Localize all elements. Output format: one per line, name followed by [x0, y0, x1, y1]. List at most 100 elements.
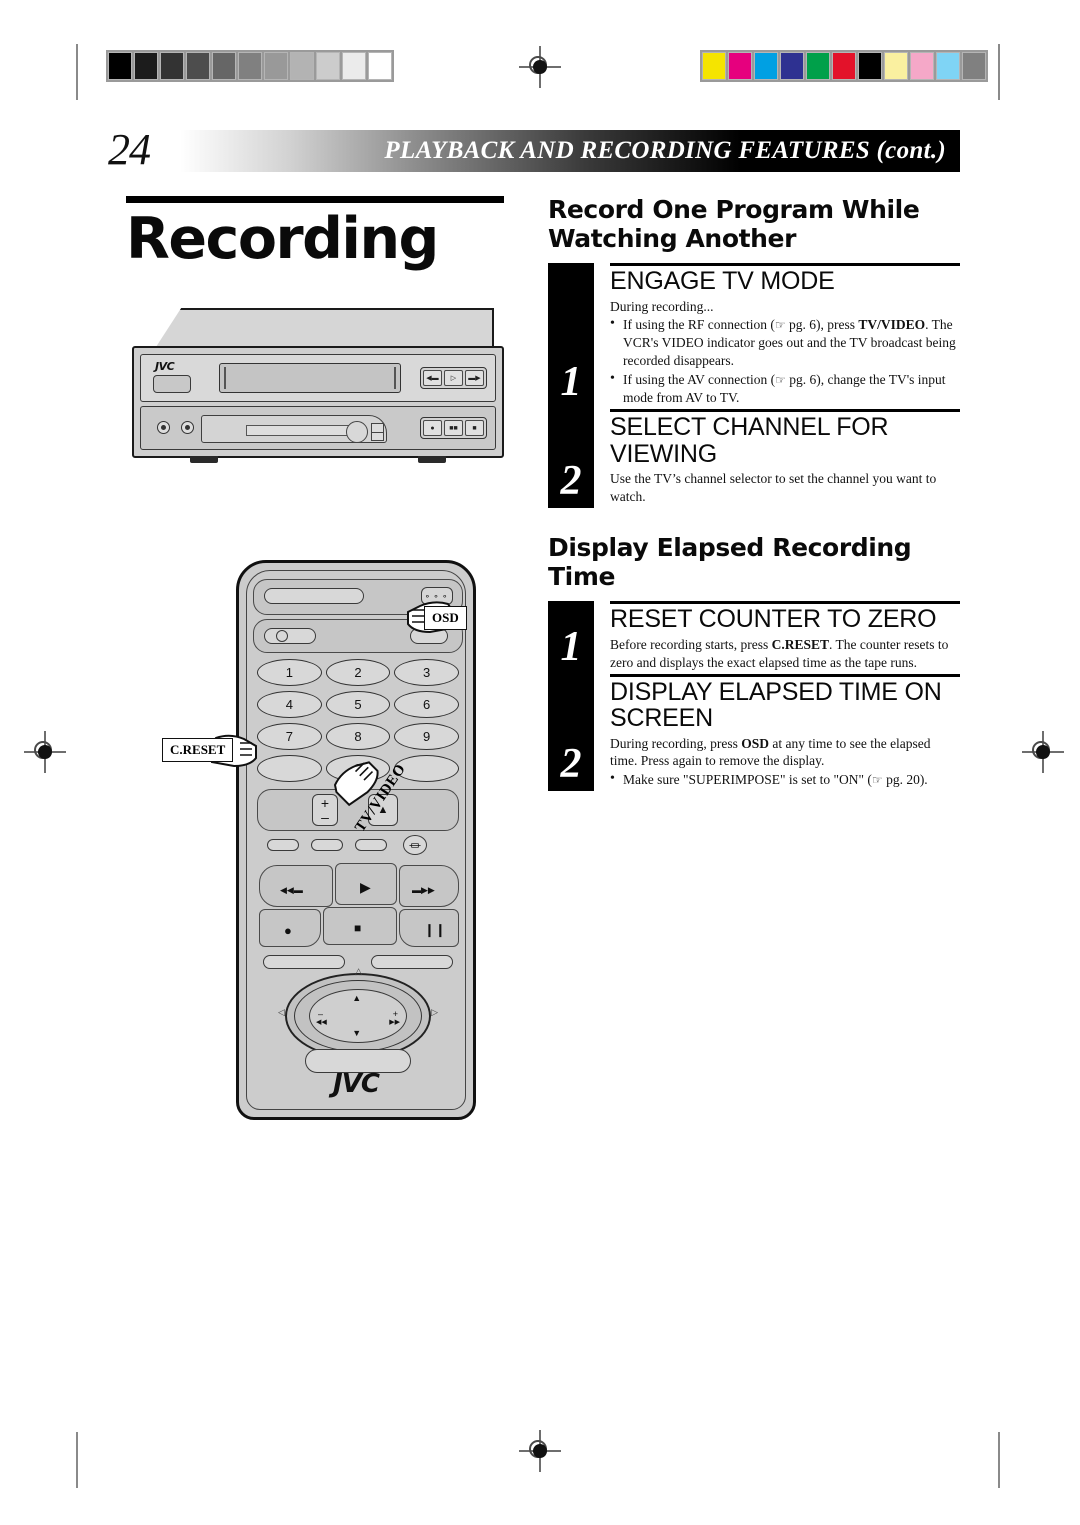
- num-key-4[interactable]: 4: [257, 691, 322, 718]
- grayscale-swatch-2: [160, 52, 184, 80]
- bullet-superimpose: Make sure "SUPERIMPOSE" is set to "ON" (…: [610, 770, 960, 789]
- registration-mark-bottom: [519, 1430, 561, 1472]
- remote-aux-button-2[interactable]: [311, 839, 343, 851]
- vcr-top-surface: [154, 308, 494, 350]
- num-key-5[interactable]: 5: [325, 691, 391, 718]
- color-swatch-1: [728, 52, 752, 80]
- color-swatch-2: [754, 52, 778, 80]
- fast-forward-button[interactable]: ▬▶▶: [399, 865, 459, 907]
- grayscale-swatch-6: [264, 52, 288, 80]
- rewind-icon: ◀◀▬: [280, 885, 303, 895]
- steps-block-1: 1 ENGAGE TV MODE During recording... If …: [548, 263, 960, 509]
- step-rule: [610, 673, 960, 677]
- step-title-engage-tv-mode: ENGAGE TV MODE: [610, 267, 835, 295]
- dpad-down-icon: ▼: [352, 1028, 362, 1038]
- step-intro: Use the TV’s channel selector to set the…: [610, 471, 937, 505]
- dpad-right-marker: ▷: [431, 1006, 438, 1017]
- header-title: PLAYBACK AND RECORDING FEATURES (cont.): [384, 137, 946, 164]
- color-calibration-bar: [700, 50, 988, 82]
- step-1-engage-tv-mode: 1 ENGAGE TV MODE During recording... If …: [548, 263, 960, 409]
- pause-button[interactable]: ❙❙: [399, 909, 459, 947]
- play-button[interactable]: ▶: [335, 863, 397, 905]
- crop-mark-bottom-right: [998, 1432, 1000, 1488]
- vcr-audio-jack: [157, 421, 170, 434]
- step-number-2: 2: [560, 458, 582, 505]
- num-key-2[interactable]: 2: [325, 659, 391, 686]
- vcr-upper-panel: JVC ◀▬ ▷ ▬▶: [140, 354, 496, 402]
- record-button[interactable]: ●: [259, 909, 321, 947]
- dpad-prev-icon: ◀◀: [316, 1019, 327, 1027]
- fast-forward-icon: ▬▶▶: [412, 885, 435, 895]
- crop-mark-top-right: [998, 44, 1000, 100]
- color-swatch-8: [910, 52, 934, 80]
- vcr-pause-icon: ■: [465, 420, 484, 436]
- record-icon: ●: [284, 923, 292, 938]
- num-key-6[interactable]: 6: [394, 691, 459, 718]
- vcr-foot-left: [190, 456, 218, 463]
- left-column: Recording: [126, 196, 526, 271]
- step-rule: [610, 263, 960, 266]
- remote-mode-switch: [264, 628, 316, 644]
- vcr-record-icon: ●: [423, 420, 442, 436]
- steps-block-2: 1 RESET COUNTER TO ZERO Before recording…: [548, 601, 960, 792]
- dpad-center[interactable]: ▲ ▼ – + ◀◀ ▶▶: [309, 989, 407, 1043]
- remote-exit-button[interactable]: [371, 955, 453, 969]
- num-key-8[interactable]: 8: [325, 723, 391, 750]
- grayscale-swatch-3: [186, 52, 210, 80]
- color-swatch-9: [936, 52, 960, 80]
- stop-button[interactable]: ■: [323, 907, 397, 945]
- num-key-1[interactable]: 1: [257, 659, 322, 686]
- crop-mark-top-left: [76, 44, 78, 100]
- color-swatch-6: [858, 52, 882, 80]
- step-body-engage-tv-mode: During recording... If using the RF conn…: [610, 298, 960, 408]
- remote-mode-knob: [276, 630, 288, 642]
- step-number-1: 1: [560, 623, 582, 670]
- color-swatch-3: [780, 52, 804, 80]
- num-key-9[interactable]: 9: [394, 723, 459, 750]
- num-key-7[interactable]: 7: [257, 723, 322, 750]
- remote-brand-logo: JVC: [333, 1069, 380, 1099]
- step-bullet-list: If using the RF connection (☞ pg. 6), pr…: [610, 315, 960, 407]
- c-reset-button[interactable]: [257, 755, 322, 782]
- remote-navigation-pad[interactable]: ▲ ▼ – + ◀◀ ▶▶ △ ▽ ◁ ▷: [278, 967, 438, 1065]
- header-gradient-bar: PLAYBACK AND RECORDING FEATURES (cont.): [180, 130, 960, 172]
- color-swatch-10: [962, 52, 986, 80]
- remote-aux-button-3[interactable]: [355, 839, 387, 851]
- color-swatch-5: [832, 52, 856, 80]
- rewind-button[interactable]: ◀◀▬: [259, 865, 333, 907]
- grayscale-swatch-7: [290, 52, 314, 80]
- remote-aux-button-1[interactable]: [267, 839, 299, 851]
- remote-eject-icon[interactable]: ⏛: [403, 835, 427, 855]
- vcr-video-jack: [181, 421, 194, 434]
- pause-icon: ❙❙: [424, 922, 446, 937]
- vcr-power-button: [153, 375, 191, 393]
- vcr-illustration: JVC ◀▬ ▷ ▬▶ ● ■■ ■: [128, 308, 528, 488]
- num-key-3[interactable]: 3: [394, 659, 459, 686]
- grayscale-swatch-4: [212, 52, 236, 80]
- step-title-reset-counter: RESET COUNTER TO ZERO: [610, 605, 937, 634]
- registration-mark-right: [1022, 731, 1064, 773]
- vcr-forward-icon: ▬▶: [465, 370, 484, 386]
- grayscale-swatch-10: [368, 52, 392, 80]
- remote-menu-button[interactable]: [263, 955, 345, 969]
- vcr-lower-button-group: ● ■■ ■: [420, 417, 487, 439]
- vcr-stop-icon: ■■: [444, 420, 463, 436]
- grayscale-swatch-5: [238, 52, 262, 80]
- dpad-up-marker: △: [355, 966, 363, 976]
- section-heading-display-elapsed-time: Display Elapsed Recording Time: [548, 533, 912, 591]
- grayscale-swatch-9: [342, 52, 366, 80]
- grayscale-swatch-8: [316, 52, 340, 80]
- chapter-title: Recording: [126, 206, 439, 272]
- vcr-rewind-icon: ◀▬: [423, 370, 442, 386]
- page-number: 24: [108, 125, 151, 174]
- remote-power-button: [264, 588, 364, 604]
- vcr-display-window: [201, 415, 387, 443]
- color-swatch-0: [702, 52, 726, 80]
- step-intro: During recording, press OSD at any time …: [610, 735, 931, 769]
- step-2-display-elapsed-time: 2 DISPLAY ELAPSED TIME ON SCREEN During …: [548, 673, 960, 792]
- bullet-av-connection: If using the AV connection (☞ pg. 6), ch…: [610, 370, 960, 407]
- vcr-foot-right: [418, 456, 446, 463]
- dpad-next-icon: ▶▶: [389, 1019, 400, 1027]
- chapter-title-rule: [126, 196, 504, 203]
- vcr-front-panel: JVC ◀▬ ▷ ▬▶ ● ■■ ■: [132, 346, 504, 463]
